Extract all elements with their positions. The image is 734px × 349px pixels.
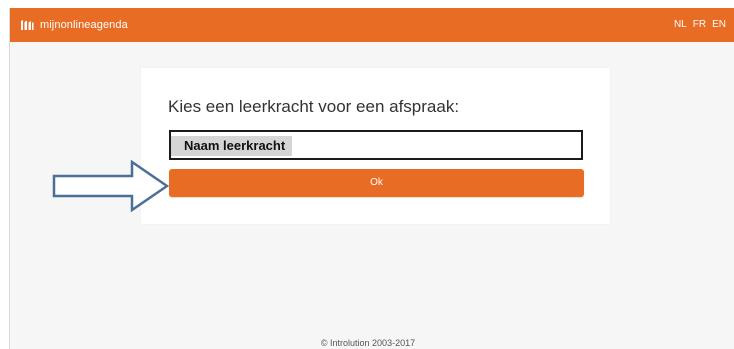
language-fr-link[interactable]: FR	[693, 18, 706, 32]
ok-button[interactable]: Ok	[169, 169, 584, 197]
right-arrow-outline-icon	[52, 160, 170, 212]
input-selected-text: Naam leerkracht	[171, 136, 293, 156]
teacher-name-input[interactable]: Naam leerkracht	[169, 130, 583, 160]
brand[interactable]: mijnonlineagenda	[20, 17, 128, 33]
footer-copyright: © Introlution 2003-2017	[320, 338, 416, 348]
language-switcher: NL FR EN	[674, 18, 726, 32]
top-navigation-bar: mijnonlineagenda NL FR EN	[10, 8, 734, 42]
card-title: Kies een leerkracht voor een afspraak:	[168, 97, 460, 116]
language-en-link[interactable]: EN	[712, 18, 726, 32]
language-nl-link[interactable]: NL	[674, 18, 687, 32]
calendar-bars-icon	[21, 20, 34, 30]
brand-name: mijnonlineagenda	[40, 19, 128, 31]
teacher-selection-card: Kies een leerkracht voor een afspraak: N…	[141, 68, 610, 224]
